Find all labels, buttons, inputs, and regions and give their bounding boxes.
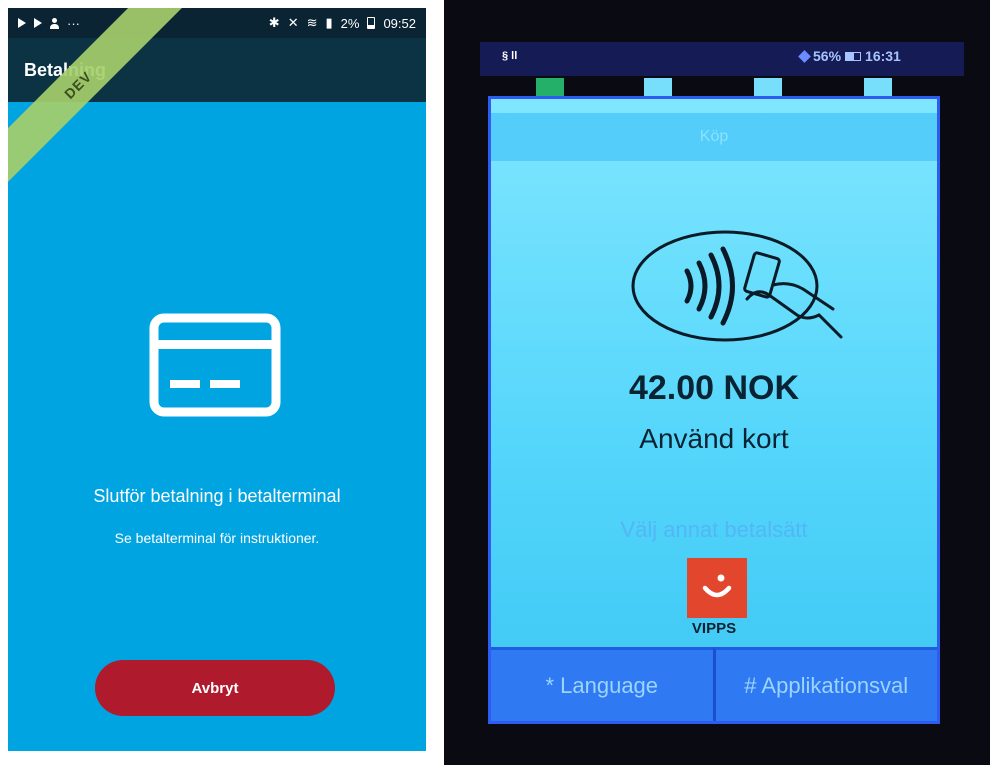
signal-icon: ▮ — [325, 15, 333, 30]
payment-terminal: § ll 56% 16:31 Köp 42.00 NOK Använd kort… — [444, 0, 990, 765]
cancel-button[interactable]: Avbryt — [95, 660, 335, 716]
battery-icon — [367, 17, 376, 29]
contactless-card-icon — [631, 230, 843, 342]
play-icon — [18, 18, 26, 28]
terminal-status-right: 56% 16:31 — [798, 48, 901, 64]
wifi-icon: ≋ — [306, 15, 318, 30]
dev-label: DEV — [61, 68, 95, 102]
amount: 42.00 NOK — [628, 369, 800, 407]
instruction-text: Använd kort — [639, 423, 789, 454]
heart-icon — [798, 49, 811, 63]
clock: 09:52 — [383, 15, 416, 31]
bluetooth-icon: ✱ — [268, 15, 280, 30]
status-bar: ··· ✱ ✕ ≋ ▮ 2% 09:52 — [8, 8, 426, 38]
credit-card-icon — [149, 313, 281, 417]
screen-header: Köp — [491, 113, 937, 161]
vipps-label: VIPPS — [691, 620, 737, 637]
terminal-battery-percent: 56% — [813, 48, 842, 64]
battery-icon — [845, 51, 862, 61]
battery-percent: 2% — [340, 15, 360, 31]
terminal-screen: Köp 42.00 NOK Använd kort Välj annat bet… — [488, 96, 940, 724]
screen-title: Köp — [699, 128, 729, 145]
application-select-softkey[interactable]: # Applikationsval — [712, 647, 937, 721]
language-softkey[interactable]: * Language — [491, 647, 713, 721]
terminal-status-icons: § ll — [502, 50, 518, 62]
headline: Slutför betalning i betalterminal — [93, 486, 341, 506]
phone-screen: ··· ✱ ✕ ≋ ▮ 2% 09:52 Betalning DEV Slutf… — [8, 8, 426, 751]
alt-payment-link[interactable]: Välj annat betalsätt — [491, 517, 937, 543]
overflow-dots: ··· — [67, 15, 80, 31]
terminal-clock: 16:31 — [865, 48, 901, 64]
softkey-bar: * Language # Applikationsval — [491, 647, 937, 721]
play-icon — [34, 18, 42, 28]
vipps-icon[interactable] — [687, 558, 747, 618]
subline: Se betalterminal för instruktioner. — [114, 530, 320, 546]
person-icon — [50, 17, 59, 29]
mute-icon: ✕ — [287, 15, 299, 30]
